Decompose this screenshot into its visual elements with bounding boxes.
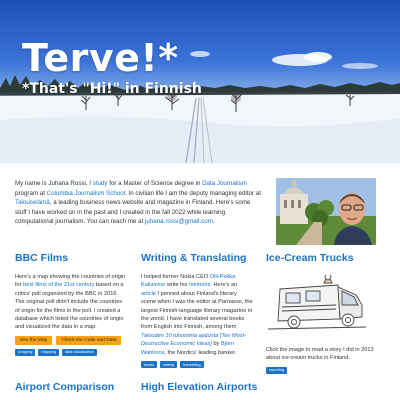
email-link[interactable]: juhana.rossi@gmail.com [145,218,213,225]
writing-tags: books writing translating [141,361,253,369]
memoirs-link[interactable]: memoirs [189,282,210,288]
ice-cream-section: Ice-Cream Trucks Click the image to read… [266,252,378,374]
columbia-link[interactable]: Columbia Journalism School [47,190,125,197]
high-elevation-airports-heading: High Elevation Airports [141,381,258,393]
bbc-films-section: BBC Films Here's a map showing the count… [15,252,127,356]
ice-cream-heading: Ice-Cream Trucks [266,252,354,264]
hero-banner: Terve!* *That's "Hi!" in Finnish [0,0,400,163]
airport-comparison-heading: Airport Comparison [15,381,115,393]
ice-cream-truck-illustration[interactable] [266,273,370,335]
bbc-films-description: Here's a map showing the countries of or… [15,273,127,332]
see-map-button[interactable]: See the Map [15,335,53,345]
best-films-link[interactable]: best films of the 21st century [23,282,94,288]
writing-text: . Here's an [210,282,238,289]
intro-text: , a leading business news website and ma… [15,199,251,226]
talouselama-link[interactable]: Talouselämä [15,199,50,206]
hero-title: Terve!* [22,36,179,80]
article-link[interactable]: article [141,291,156,297]
ice-cream-tags: reporting [266,366,378,374]
data-journalism-link[interactable]: Data Journalism [202,180,247,187]
author-portrait-photo [276,178,376,245]
intro-text: . [212,218,215,226]
intro-paragraph: My name is Juhana Rossi. I study for a M… [15,179,263,227]
writing-text: write his [165,282,189,289]
intro-text: My name is Juhana Rossi. I [15,180,93,187]
tag-reporting[interactable]: reporting [266,366,287,374]
intro-text: for a Master of Science degree in [107,180,203,187]
tag-mapping[interactable]: mapping [38,348,59,356]
writing-text: I helped former Nokia CEO [141,274,210,280]
check-code-button[interactable]: Check the Code and Data [56,335,122,345]
writing-text: , the Nordics' leading banker. [164,349,237,356]
writing-description: I helped former Nokia CEO Olli-Pekka Kal… [141,273,253,357]
study-link[interactable]: study [93,180,108,187]
intro-text: . In civilian life I am the deputy manag… [125,189,261,197]
ice-cream-description: Click the image to read a story I did in… [266,347,374,362]
bbc-button-row: See the Map Check the Code and Data [15,335,127,345]
bbc-films-heading: BBC Films [15,252,69,264]
tag-scraping[interactable]: scraping [15,348,36,356]
writing-heading: Writing & Translating [141,252,247,264]
tag-data-visualization[interactable]: data visualization [61,348,98,356]
tag-books[interactable]: books [141,361,158,369]
writing-text: I penned about Finland's literary scene … [141,290,253,331]
intro-text: program at [15,189,47,197]
hero-subtitle: *That's "Hi!" in Finnish [22,81,202,97]
bbc-text: based on a critics' poll organized by th… [15,282,124,331]
tag-translating[interactable]: translating [180,361,204,369]
writing-section: Writing & Translating I helped former No… [141,252,253,369]
writing-text: by [211,341,221,348]
bbc-tags: scraping mapping data visualization [15,348,127,356]
tag-writing[interactable]: writing [160,361,178,369]
